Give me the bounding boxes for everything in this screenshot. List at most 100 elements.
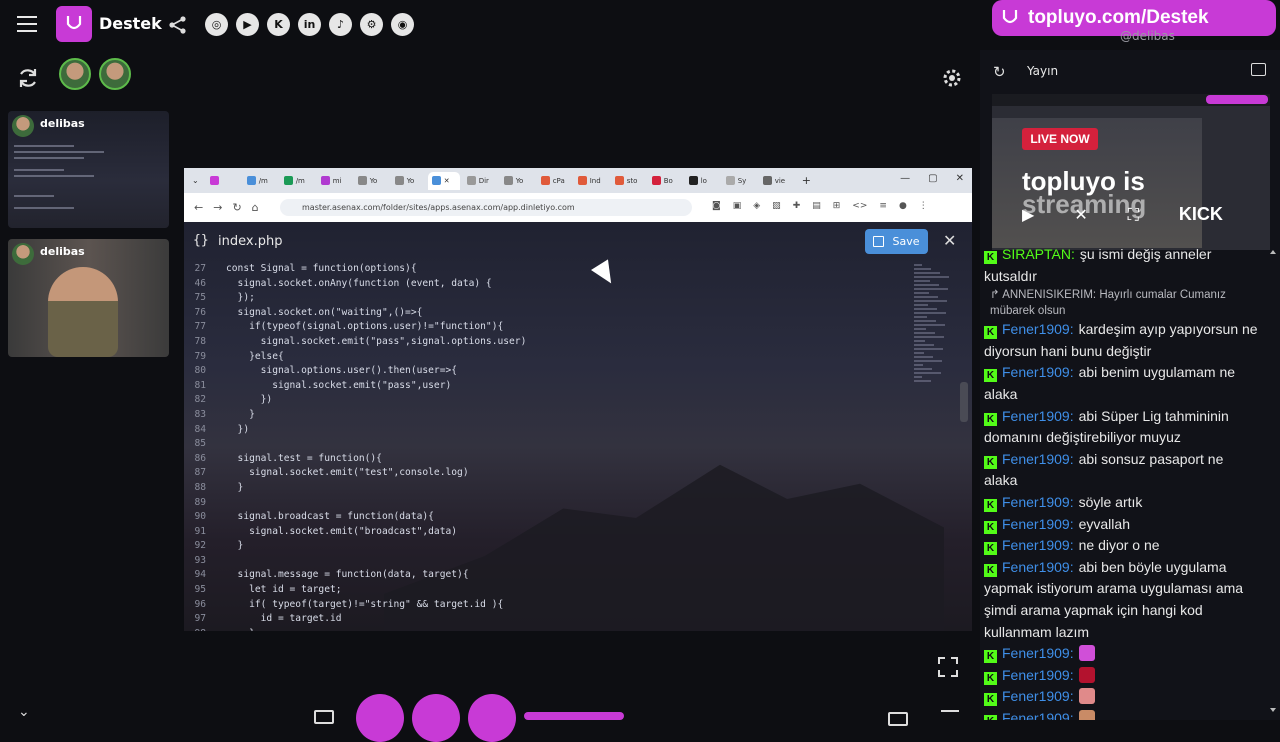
browser-tab[interactable]: /m <box>280 172 314 190</box>
browser-tab[interactable]: Ind <box>574 172 608 190</box>
browser-tab[interactable]: Yo <box>391 172 425 190</box>
destek-logo[interactable] <box>56 6 92 42</box>
avatar[interactable] <box>59 58 91 90</box>
extension-icon[interactable]: ≡ <box>879 201 887 211</box>
minimap-line <box>914 312 946 314</box>
camera-button[interactable] <box>356 694 404 742</box>
kick-logo[interactable]: KICK <box>1179 204 1223 225</box>
address-field[interactable]: master.asenax.com/folder/sites/apps.asen… <box>280 199 692 216</box>
youtube-icon[interactable]: ▶ <box>236 13 259 36</box>
devtools-icon[interactable]: <> <box>852 201 867 211</box>
browser-tab[interactable]: mi <box>317 172 351 190</box>
avatar[interactable] <box>99 58 131 90</box>
chat-username[interactable]: Fener1909: <box>1002 559 1074 575</box>
browser-tab[interactable]: Sy <box>722 172 756 190</box>
tab-list-icon[interactable]: ⌄ <box>192 176 199 185</box>
chat-list[interactable]: K SIRAPTAN: şu ismi değiş anneler kutsaldı… <box>984 244 1260 720</box>
fullscreen-icon[interactable]: ⛶ <box>1128 205 1139 225</box>
chat-username[interactable]: Fener1909: <box>1002 710 1074 720</box>
chat-username[interactable]: Fener1909: <box>1002 451 1074 467</box>
participant-thumbnail[interactable]: delibas <box>8 111 169 228</box>
chat-username[interactable]: SIRAPTAN: <box>1002 246 1075 262</box>
gear-icon[interactable] <box>940 66 964 90</box>
chat-username[interactable]: Fener1909: <box>1002 321 1074 337</box>
tab-title: Yo <box>406 176 415 185</box>
steam-icon[interactable]: ⚙ <box>360 13 383 36</box>
fullscreen-icon[interactable] <box>938 657 958 677</box>
home-icon[interactable]: ⌂ <box>252 201 259 214</box>
tiktok-icon[interactable]: ♪ <box>329 13 352 36</box>
chat-username[interactable]: Fener1909: <box>1002 688 1074 704</box>
expand-icon[interactable] <box>941 710 959 726</box>
extension-icon[interactable]: ◈ <box>753 201 760 211</box>
new-tab-icon[interactable]: + <box>802 174 811 187</box>
participants-row <box>0 58 980 94</box>
browser-tab[interactable]: sto <box>611 172 645 190</box>
browser-tab[interactable]: Dir <box>463 172 497 190</box>
chat-username[interactable]: Fener1909: <box>1002 667 1074 683</box>
maximize-icon[interactable]: ▢ <box>928 173 937 184</box>
popout-icon[interactable] <box>1251 63 1266 76</box>
puzzle-icon[interactable]: ✚ <box>793 201 801 211</box>
kick-icon[interactable]: K <box>267 13 290 36</box>
back-icon[interactable]: ← <box>194 201 203 214</box>
code-area[interactable]: 27 const Signal = function(options){46 si… <box>184 262 912 631</box>
chat-scrollbar[interactable] <box>1270 248 1276 714</box>
chat-username[interactable]: Fener1909: <box>1002 645 1074 661</box>
code-text: id = target.id <box>226 613 342 625</box>
browser-tab[interactable]: Yo <box>500 172 534 190</box>
mail-icon[interactable] <box>888 712 908 726</box>
close-icon[interactable]: ✕ <box>956 173 964 184</box>
reload-icon[interactable]: ↻ <box>232 201 241 214</box>
play-icon[interactable]: ▶ <box>1022 205 1034 224</box>
kebab-menu-icon[interactable]: ⋮ <box>919 201 928 211</box>
browser-tab[interactable] <box>206 172 240 190</box>
profile-icon[interactable]: ● <box>899 201 907 211</box>
chat-username[interactable]: Fener1909: <box>1002 364 1074 380</box>
browser-tab[interactable]: Yo <box>354 172 388 190</box>
shared-screen[interactable]: ⌄ /m /m mi Yo Yo ✕ Dir Yo cPa Ind sto Bo… <box>184 168 972 631</box>
instagram-icon[interactable]: ◎ <box>205 13 228 36</box>
extension-icon[interactable]: ▣ <box>733 201 742 211</box>
minimap-line <box>914 308 937 310</box>
close-icon[interactable]: ✕ <box>444 177 450 185</box>
extension-icon[interactable]: ⊞ <box>833 201 841 211</box>
share-icon[interactable] <box>168 15 188 35</box>
chevron-down-icon[interactable]: ⌄ <box>18 704 30 720</box>
camera-icon[interactable]: ◙ <box>712 201 721 211</box>
menu-icon[interactable] <box>17 16 37 32</box>
browser-tab[interactable]: /m <box>243 172 277 190</box>
minimize-icon[interactable]: — <box>900 173 910 184</box>
chat-username[interactable]: Fener1909: <box>1002 537 1074 553</box>
refresh-icon[interactable]: ↻ <box>993 63 1006 81</box>
screen-share-off-icon[interactable] <box>314 710 334 724</box>
browser-tab[interactable]: Bo <box>648 172 682 190</box>
chat-username[interactable]: Fener1909: <box>1002 516 1074 532</box>
browser-tab-active[interactable]: ✕ <box>427 171 460 190</box>
chat-username[interactable]: Fener1909: <box>1002 494 1074 510</box>
github-icon[interactable]: ◉ <box>391 13 414 36</box>
tab-title: /m <box>258 176 268 185</box>
extension-icon[interactable]: ▤ <box>812 201 821 211</box>
stream-preview[interactable]: LIVE NOW topluyo is streaming ▶ ✕ ⛶ KICK <box>992 94 1270 250</box>
close-icon[interactable]: ✕ <box>943 231 956 250</box>
brand-name[interactable]: Destek <box>99 14 162 33</box>
save-button[interactable]: Save <box>865 229 928 254</box>
mute-icon[interactable]: ✕ <box>1074 205 1087 224</box>
extension-icon[interactable]: ▧ <box>772 201 781 211</box>
microphone-button[interactable] <box>412 694 460 742</box>
browser-tab[interactable]: cPa <box>537 172 571 190</box>
line-number: 92 <box>194 540 206 552</box>
forward-icon[interactable]: → <box>213 201 222 214</box>
linkedin-icon[interactable]: in <box>298 13 321 36</box>
code-line: 80 signal.options.user().then(user=>{ <box>184 364 912 379</box>
participant-thumbnail[interactable]: delibas <box>8 239 169 357</box>
volume-button[interactable] <box>468 694 516 742</box>
browser-tab[interactable]: lo <box>685 172 719 190</box>
browser-tab[interactable]: vie <box>759 172 793 190</box>
chat-username[interactable]: Fener1909: <box>1002 408 1074 424</box>
code-minimap[interactable] <box>914 262 954 412</box>
refresh-icon[interactable] <box>16 66 40 90</box>
volume-slider[interactable] <box>524 712 624 720</box>
editor-scrollbar[interactable] <box>960 382 968 422</box>
